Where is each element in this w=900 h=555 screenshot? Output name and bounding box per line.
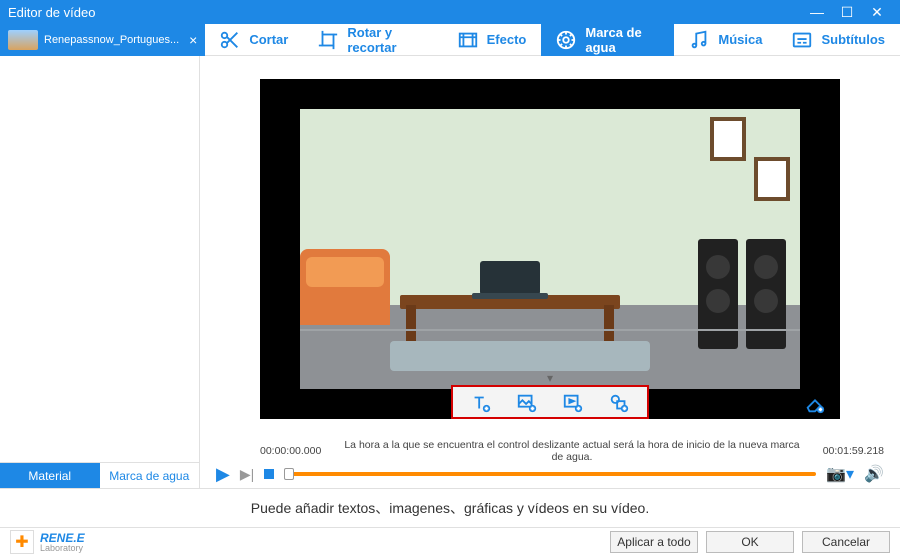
minimize-button[interactable]: — xyxy=(802,4,832,20)
cancel-button[interactable]: Cancelar xyxy=(802,531,890,553)
apply-all-button[interactable]: Aplicar a todo xyxy=(610,531,698,553)
file-thumbnail xyxy=(8,30,38,50)
step-button-icon[interactable]: ▶| xyxy=(240,466,254,483)
sidebar: Material Marca de agua xyxy=(0,56,200,488)
tab-subtitle[interactable]: Subtítulos xyxy=(777,24,900,56)
video-frame[interactable]: ▾ xyxy=(260,79,840,419)
playback-controls: ▶ ▶| 📷▾ 🔊 xyxy=(200,460,900,488)
stab-label: Marca de agua xyxy=(109,469,189,483)
sidebar-tab-watermark[interactable]: Marca de agua xyxy=(100,463,200,488)
sidebar-tab-material[interactable]: Material xyxy=(0,463,100,488)
preview-area: ▾ xyxy=(200,56,900,442)
tab-rotate[interactable]: Rotar y recortar xyxy=(303,24,442,56)
brand-logo-icon: ✚ xyxy=(10,530,34,554)
footer: ✚ RENE.E Laboratory Aplicar a todo OK Ca… xyxy=(0,527,900,555)
wall-art-1 xyxy=(710,117,746,161)
add-shape-watermark-icon[interactable] xyxy=(607,391,631,415)
tab-label: Subtítulos xyxy=(821,32,885,47)
bottom-bar: Puede añadir textos、imagenes、gráficas y … xyxy=(0,488,900,555)
title-bar: Editor de vídeo — ☐ ✕ xyxy=(0,0,900,24)
tab-label: Efecto xyxy=(487,32,527,47)
brand-text-wrap: RENE.E Laboratory xyxy=(40,531,85,553)
timeline-info: 00:00:00.000 La hora a la que se encuent… xyxy=(200,442,900,460)
collapse-chevron-icon[interactable]: ▾ xyxy=(547,371,553,385)
tab-cut[interactable]: Cortar xyxy=(205,24,303,56)
tab-row: Renepassnow_Portugues... × Cortar Rotar … xyxy=(0,24,900,56)
window-title: Editor de vídeo xyxy=(8,5,802,20)
volume-icon[interactable]: 🔊 xyxy=(864,464,884,484)
speaker-right xyxy=(746,239,786,349)
speaker-left xyxy=(698,239,738,349)
content-area: Material Marca de agua xyxy=(0,56,900,488)
stop-button-icon[interactable] xyxy=(264,469,274,479)
watermark-tool-strip xyxy=(451,385,649,419)
scissors-icon xyxy=(219,29,241,51)
crop-rotate-icon xyxy=(317,29,339,51)
file-tab-label: Renepassnow_Portugues... xyxy=(44,34,179,46)
timeline-slider-thumb[interactable] xyxy=(284,468,294,480)
music-note-icon xyxy=(688,29,710,51)
snapshot-icon[interactable]: 📷▾ xyxy=(826,464,854,484)
video-scene xyxy=(300,109,800,389)
preview-column: ▾ 00:00:00.000 La hora a la que se encue… xyxy=(200,56,900,488)
stamp-icon xyxy=(555,29,577,51)
ok-button[interactable]: OK xyxy=(706,531,794,553)
helper-text: Puede añadir textos、imagenes、gráficas y … xyxy=(0,489,900,527)
file-tab[interactable]: Renepassnow_Portugues... × xyxy=(0,24,205,56)
brand: ✚ RENE.E Laboratory xyxy=(10,530,602,554)
sofa xyxy=(300,249,390,325)
tab-effect[interactable]: Efecto xyxy=(443,24,542,56)
tab-watermark[interactable]: Marca de agua xyxy=(541,24,674,56)
add-video-watermark-icon[interactable] xyxy=(561,391,585,415)
tab-music[interactable]: Música xyxy=(674,24,777,56)
floor-line xyxy=(300,329,800,331)
time-end: 00:01:59.218 xyxy=(823,445,884,457)
main-tabs: Cortar Rotar y recortar Efecto Marca de … xyxy=(205,24,900,56)
tab-label: Rotar y recortar xyxy=(347,25,427,55)
tab-label: Música xyxy=(718,32,762,47)
play-button-icon[interactable]: ▶ xyxy=(216,464,230,485)
close-button[interactable]: ✕ xyxy=(862,4,892,21)
timeline-slider[interactable] xyxy=(284,472,816,476)
file-tab-close-icon[interactable]: × xyxy=(189,32,197,48)
time-start: 00:00:00.000 xyxy=(260,445,321,457)
subtitle-icon xyxy=(791,29,813,51)
maximize-button[interactable]: ☐ xyxy=(832,4,862,21)
wall-art-2 xyxy=(754,157,790,201)
tab-label: Marca de agua xyxy=(585,25,659,55)
brand-sub: Laboratory xyxy=(40,543,85,553)
tab-label: Cortar xyxy=(249,32,288,47)
stab-label: Material xyxy=(28,469,71,483)
filmstrip-icon xyxy=(457,29,479,51)
laptop xyxy=(480,261,540,295)
sidebar-bottom-tabs: Material Marca de agua xyxy=(0,462,199,488)
sidebar-body xyxy=(0,56,199,462)
add-image-watermark-icon[interactable] xyxy=(515,391,539,415)
add-text-watermark-icon[interactable] xyxy=(469,391,493,415)
erase-watermark-icon[interactable] xyxy=(804,393,826,415)
rug xyxy=(390,341,650,371)
